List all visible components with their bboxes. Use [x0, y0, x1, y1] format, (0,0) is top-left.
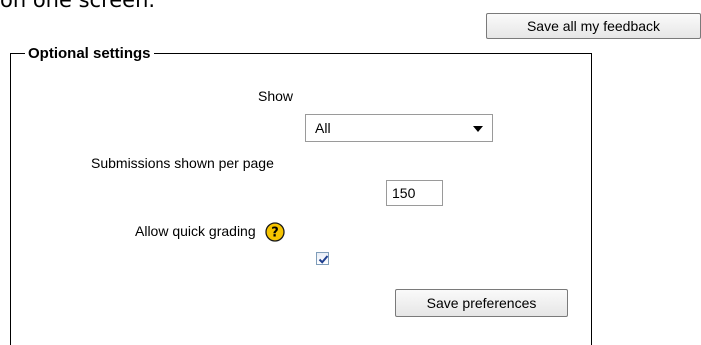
save-preferences-button[interactable]: Save preferences — [395, 289, 568, 317]
quick-grading-checkbox[interactable] — [316, 252, 329, 265]
save-all-feedback-button[interactable]: Save all my feedback — [486, 13, 701, 39]
per-page-input[interactable] — [386, 180, 443, 206]
show-select-value: All — [315, 120, 331, 136]
show-select[interactable]: All — [305, 114, 493, 142]
chevron-down-icon — [473, 126, 483, 132]
optional-settings-legend: Optional settings — [28, 45, 151, 62]
intro-text: on one screen. — [0, 0, 156, 12]
check-icon — [318, 255, 329, 264]
svg-text:?: ? — [271, 226, 279, 241]
show-label: Show — [258, 88, 294, 104]
help-icon[interactable]: ? — [265, 222, 285, 242]
quick-grading-label: Allow quick grading — [135, 223, 256, 239]
per-page-label: Submissions shown per page — [91, 155, 274, 171]
